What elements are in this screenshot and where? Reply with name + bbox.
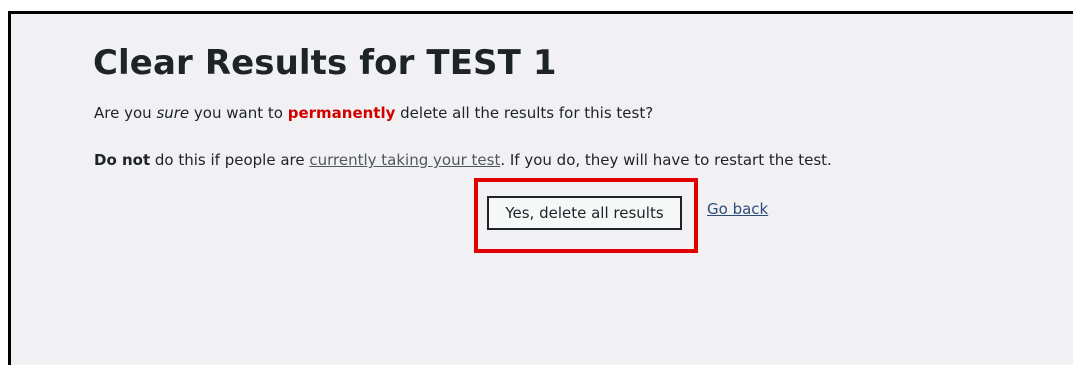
warning-before-link: do this if people are: [150, 151, 310, 169]
confirm-message: Are you sure you want to permanently del…: [94, 104, 653, 122]
confirm-prefix: Are you: [94, 104, 157, 122]
confirm-suffix: delete all the results for this test?: [395, 104, 654, 122]
permanently-warning: permanently: [287, 104, 396, 122]
go-back-link[interactable]: Go back: [707, 200, 768, 218]
currently-taking-link[interactable]: currently taking your test: [309, 151, 500, 169]
warning-strong: Do not: [94, 151, 151, 169]
warning-message: Do not do this if people are currently t…: [94, 151, 832, 169]
confirm-emphasis: sure: [156, 104, 190, 122]
warning-after-link: . If you do, they will have to restart t…: [500, 151, 832, 169]
delete-all-results-button[interactable]: Yes, delete all results: [487, 196, 682, 230]
confirm-middle: you want to: [189, 104, 288, 122]
page-title: Clear Results for TEST 1: [93, 43, 557, 83]
